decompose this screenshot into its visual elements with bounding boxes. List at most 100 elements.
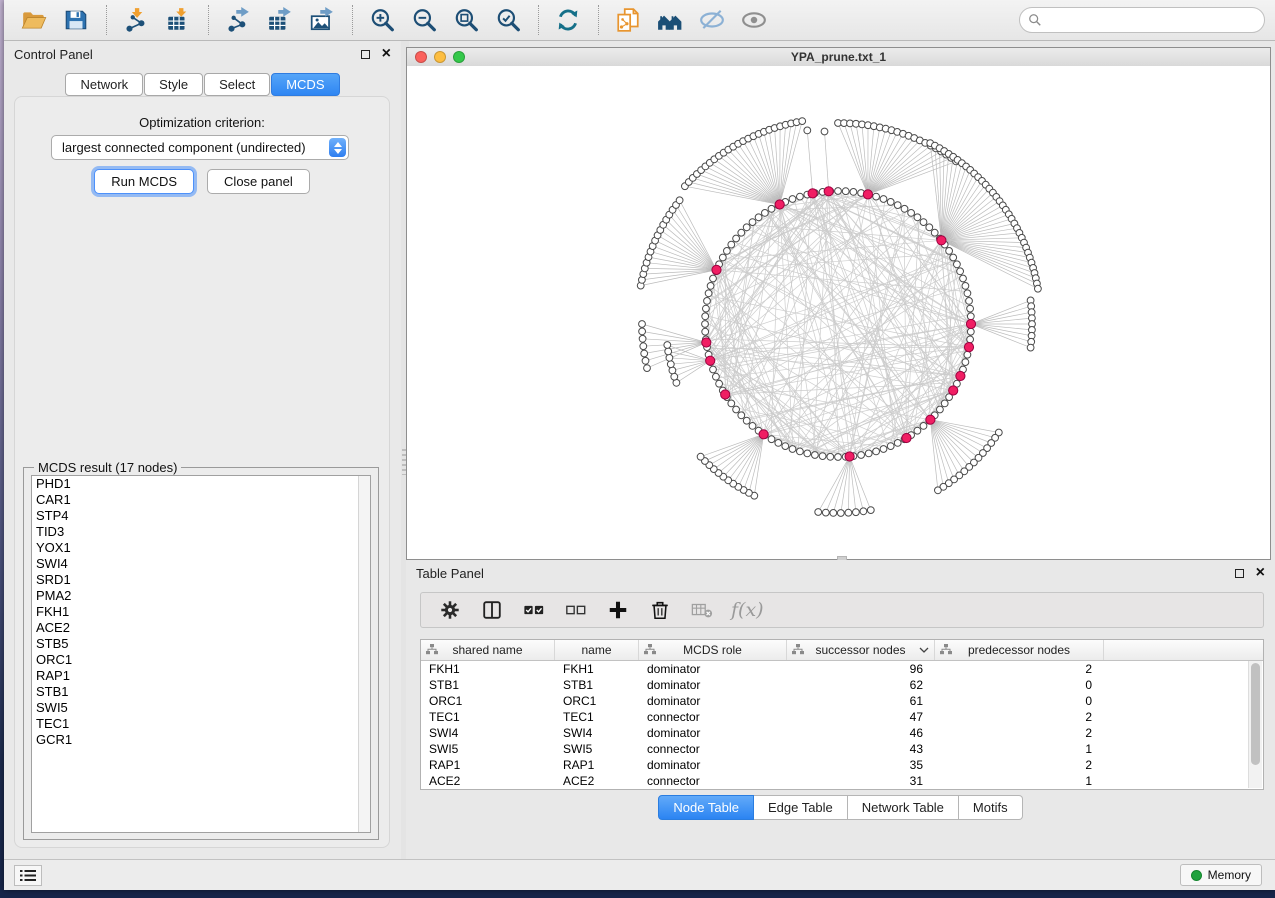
window-zoom-icon[interactable] xyxy=(453,51,465,63)
tab-mcds[interactable]: MCDS xyxy=(271,73,339,96)
select-all-button[interactable] xyxy=(521,597,547,623)
houses-icon xyxy=(657,7,683,33)
zoom-out-icon xyxy=(411,7,437,33)
eye-icon xyxy=(741,7,767,33)
search-input[interactable] xyxy=(1048,12,1256,28)
zoom-out-button[interactable] xyxy=(408,4,442,36)
cell-mcds_role: dominator xyxy=(639,694,787,708)
select-stepper-icon xyxy=(329,138,346,157)
mcds-result-item[interactable]: TEC1 xyxy=(32,716,370,732)
column-header-name[interactable]: name xyxy=(555,640,639,660)
mcds-result-item[interactable]: STB1 xyxy=(32,684,370,700)
column-header-predecessor-nodes[interactable]: predecessor nodes xyxy=(935,640,1104,660)
table-row[interactable]: SWI4SWI4dominator462 xyxy=(421,725,1263,741)
table-row[interactable]: TEC1TEC1connector472 xyxy=(421,709,1263,725)
save-floppy-icon xyxy=(63,7,89,33)
close-mcds-panel-button[interactable]: Close panel xyxy=(207,169,310,194)
tab-select[interactable]: Select xyxy=(204,73,270,96)
toolbar-separator xyxy=(208,5,210,35)
import-network-button[interactable] xyxy=(120,4,154,36)
export-table-button[interactable] xyxy=(264,4,298,36)
tab-style[interactable]: Style xyxy=(144,73,203,96)
mcds-result-item[interactable]: SWI4 xyxy=(32,556,370,572)
deselect-all-button[interactable] xyxy=(563,597,589,623)
mcds-result-item[interactable]: ACE2 xyxy=(32,620,370,636)
table-scrollbar[interactable] xyxy=(1248,661,1262,788)
show-columns-button[interactable] xyxy=(479,597,505,623)
zoom-in-button[interactable] xyxy=(366,4,400,36)
table-row[interactable]: YOX1YOX1connector291 xyxy=(421,789,1263,790)
task-history-button[interactable] xyxy=(14,865,42,886)
close-panel-button[interactable]: × xyxy=(382,48,391,60)
mcds-result-item[interactable]: CAR1 xyxy=(32,492,370,508)
refresh-layout-button[interactable] xyxy=(552,4,586,36)
cell-successor_nodes: 62 xyxy=(787,678,935,692)
tab-node-table[interactable]: Node Table xyxy=(658,795,754,820)
table-settings-button[interactable] xyxy=(437,597,463,623)
duplicate-network-button[interactable] xyxy=(612,4,646,36)
float-panel-button[interactable] xyxy=(361,50,370,59)
table-row[interactable]: FKH1FKH1dominator962 xyxy=(421,661,1263,677)
close-table-panel-button[interactable]: × xyxy=(1256,567,1265,579)
mcds-result-item[interactable]: SRD1 xyxy=(32,572,370,588)
memory-label: Memory xyxy=(1208,868,1251,882)
mcds-result-item[interactable]: FKH1 xyxy=(32,604,370,620)
delete-table-button[interactable] xyxy=(689,597,715,623)
import-table-button[interactable] xyxy=(162,4,196,36)
save-session-button[interactable] xyxy=(60,4,94,36)
table-row[interactable]: ACE2ACE2connector311 xyxy=(421,773,1263,789)
table-row[interactable]: STB1STB1dominator620 xyxy=(421,677,1263,693)
cell-name: ACE2 xyxy=(555,774,639,788)
mcds-result-item[interactable]: PMA2 xyxy=(32,588,370,604)
show-all-button[interactable] xyxy=(738,4,772,36)
mcds-result-item[interactable]: STP4 xyxy=(32,508,370,524)
mcds-result-legend: MCDS result (17 nodes) xyxy=(34,460,181,475)
mcds-result-item[interactable]: PHD1 xyxy=(32,476,370,492)
mcds-result-item[interactable]: RAP1 xyxy=(32,668,370,684)
node-table: shared namenameMCDS rolesuccessor nodesp… xyxy=(420,639,1264,790)
add-column-button[interactable] xyxy=(605,597,631,623)
mcds-result-item[interactable]: SWI5 xyxy=(32,700,370,716)
first-neighbors-button[interactable] xyxy=(654,4,688,36)
mcds-result-item[interactable]: YOX1 xyxy=(32,540,370,556)
table-panel: Table Panel × f(x) shared namenameMCDS r… xyxy=(406,560,1275,860)
export-image-button[interactable] xyxy=(306,4,340,36)
list-scrollbar[interactable] xyxy=(358,476,370,832)
run-mcds-button[interactable]: Run MCDS xyxy=(94,169,194,194)
mcds-result-item[interactable]: GCR1 xyxy=(32,732,370,748)
function-builder-button[interactable]: f(x) xyxy=(731,599,764,621)
export-network-button[interactable] xyxy=(222,4,256,36)
cell-predecessor_nodes: 1 xyxy=(935,774,1104,788)
column-header-successor-nodes[interactable]: successor nodes xyxy=(787,640,935,660)
delete-column-button[interactable] xyxy=(647,597,673,623)
window-minimize-icon[interactable] xyxy=(434,51,446,63)
table-row[interactable]: SWI5SWI5connector431 xyxy=(421,741,1263,757)
memory-button[interactable]: Memory xyxy=(1180,864,1262,886)
mcds-result-item[interactable]: TID3 xyxy=(32,524,370,540)
mcds-result-item[interactable]: STB5 xyxy=(32,636,370,652)
column-header-shared-name[interactable]: shared name xyxy=(421,640,555,660)
open-session-button[interactable] xyxy=(18,4,52,36)
float-table-panel-button[interactable] xyxy=(1235,569,1244,578)
tab-edge-table[interactable]: Edge Table xyxy=(754,795,848,820)
network-canvas[interactable] xyxy=(407,66,1270,559)
tab-network[interactable]: Network xyxy=(65,73,143,96)
cell-predecessor_nodes: 0 xyxy=(935,678,1104,692)
mcds-result-item[interactable]: ORC1 xyxy=(32,652,370,668)
table-row[interactable]: RAP1RAP1dominator352 xyxy=(421,757,1263,773)
criterion-select[interactable]: largest connected component (undirected) xyxy=(51,135,349,160)
zoom-selected-button[interactable] xyxy=(492,4,526,36)
export-network-icon xyxy=(225,7,251,33)
tab-network-table[interactable]: Network Table xyxy=(848,795,959,820)
zoom-fit-button[interactable] xyxy=(450,4,484,36)
network-window-titlebar[interactable]: YPA_prune.txt_1 xyxy=(407,48,1270,67)
tab-motifs[interactable]: Motifs xyxy=(959,795,1023,820)
table-row[interactable]: ORC1ORC1dominator610 xyxy=(421,693,1263,709)
column-header-MCDS-role[interactable]: MCDS role xyxy=(639,640,787,660)
hide-selected-button[interactable] xyxy=(696,4,730,36)
mcds-result-list[interactable]: PHD1CAR1STP4TID3YOX1SWI4SRD1PMA2FKH1ACE2… xyxy=(31,475,371,833)
table-scrollbar-thumb[interactable] xyxy=(1251,663,1260,765)
zoom-in-icon xyxy=(369,7,395,33)
window-close-icon[interactable] xyxy=(415,51,427,63)
cell-predecessor_nodes: 2 xyxy=(935,758,1104,772)
